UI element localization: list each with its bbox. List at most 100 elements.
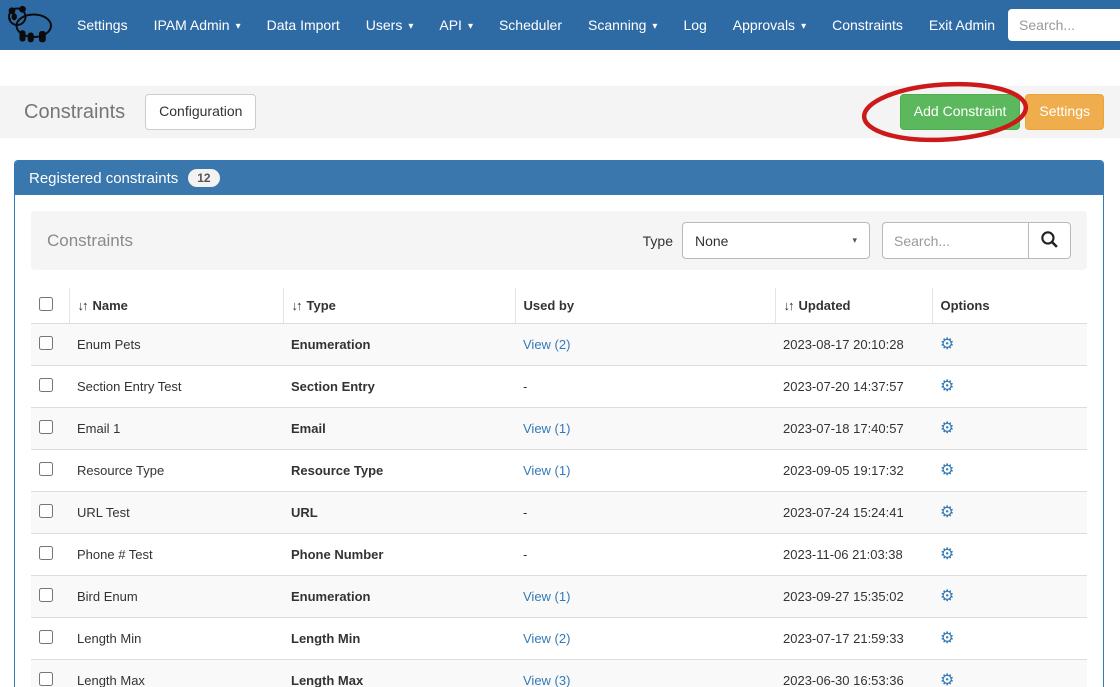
constraint-name: Bird Enum <box>69 576 283 618</box>
nav-item-scanning[interactable]: Scanning▾ <box>575 0 670 50</box>
registered-constraints-panel: Registered constraints 12 Constraints Ty… <box>14 160 1104 687</box>
table-row: Length MinLength MinView (2)2023-07-17 2… <box>31 618 1087 660</box>
gear-icon[interactable]: ⚙ <box>940 505 954 521</box>
nav-item-label: Users <box>366 17 403 33</box>
gear-icon[interactable]: ⚙ <box>940 589 954 605</box>
type-filter-value: None <box>695 233 728 249</box>
used-by-view-link[interactable]: View (2) <box>523 337 570 352</box>
used-by-cell: View (2) <box>515 324 775 366</box>
gear-icon[interactable]: ⚙ <box>940 631 954 647</box>
table-row: Section Entry TestSection Entry-2023-07-… <box>31 366 1087 408</box>
used-by-cell: View (1) <box>515 408 775 450</box>
used-by-cell: View (3) <box>515 660 775 687</box>
row-checkbox[interactable] <box>39 672 53 686</box>
nav-item-scheduler[interactable]: Scheduler <box>486 0 575 50</box>
table-search-input[interactable] <box>882 222 1028 259</box>
panda-logo <box>6 5 54 45</box>
select-all-checkbox[interactable] <box>39 297 53 311</box>
add-constraint-button[interactable]: Add Constraint <box>900 94 1021 130</box>
used-by-view-link[interactable]: View (2) <box>523 631 570 646</box>
row-select-cell <box>31 366 69 408</box>
column-header-name[interactable]: ↓↑Name <box>69 288 283 324</box>
configuration-button[interactable]: Configuration <box>145 94 256 130</box>
column-header-label: Name <box>93 298 128 313</box>
table-header-row: ↓↑Name↓↑TypeUsed by↓↑UpdatedOptions <box>31 288 1087 324</box>
gear-icon[interactable]: ⚙ <box>940 673 954 687</box>
column-header-type[interactable]: ↓↑Type <box>283 288 515 324</box>
row-checkbox[interactable] <box>39 378 53 392</box>
gear-icon[interactable]: ⚙ <box>940 547 954 563</box>
used-by-cell: - <box>515 366 775 408</box>
nav-item-data-import[interactable]: Data Import <box>254 0 353 50</box>
table-row: Bird EnumEnumerationView (1)2023-09-27 1… <box>31 576 1087 618</box>
constraint-name: Phone # Test <box>69 534 283 576</box>
column-header-used-by: Used by <box>515 288 775 324</box>
constraint-name: Resource Type <box>69 450 283 492</box>
updated-timestamp: 2023-07-20 14:37:57 <box>775 366 932 408</box>
nav-item-label: API <box>439 17 462 33</box>
gear-icon[interactable]: ⚙ <box>940 337 954 353</box>
nav-item-label: Approvals <box>733 17 795 33</box>
nav-item-api[interactable]: API▾ <box>426 0 486 50</box>
constraint-type: Enumeration <box>283 576 515 618</box>
used-by-cell: - <box>515 534 775 576</box>
row-select-cell <box>31 576 69 618</box>
row-checkbox[interactable] <box>39 462 53 476</box>
options-cell: ⚙ <box>932 660 1087 687</box>
updated-timestamp: 2023-07-24 15:24:41 <box>775 492 932 534</box>
top-navbar: SettingsIPAM Admin▾Data ImportUsers▾API▾… <box>0 0 1120 50</box>
options-cell: ⚙ <box>932 492 1087 534</box>
row-checkbox[interactable] <box>39 336 53 350</box>
row-checkbox[interactable] <box>39 546 53 560</box>
nav-item-label: IPAM Admin <box>154 17 230 33</box>
row-checkbox[interactable] <box>39 630 53 644</box>
column-header-updated[interactable]: ↓↑Updated <box>775 288 932 324</box>
row-checkbox[interactable] <box>39 588 53 602</box>
nav-item-settings[interactable]: Settings <box>64 0 141 50</box>
used-by-view-link[interactable]: View (1) <box>523 463 570 478</box>
gear-icon[interactable]: ⚙ <box>940 463 954 479</box>
constraint-count-badge: 12 <box>188 169 219 187</box>
nav-item-ipam-admin[interactable]: IPAM Admin▾ <box>141 0 254 50</box>
page-header: Constraints Configuration Add Constraint… <box>0 86 1120 138</box>
navbar-search-input[interactable] <box>1008 9 1120 41</box>
constraint-type: Section Entry <box>283 366 515 408</box>
caret-down-icon: ▾ <box>652 21 657 32</box>
table-row: Length MaxLength MaxView (3)2023-06-30 1… <box>31 660 1087 687</box>
used-by-cell: View (1) <box>515 576 775 618</box>
used-by-view-link[interactable]: View (1) <box>523 589 570 604</box>
filter-bar: Constraints Type None ▾ <box>31 211 1087 270</box>
column-header-label: Updated <box>799 298 851 313</box>
nav-item-constraints[interactable]: Constraints <box>819 0 916 50</box>
constraints-table: ↓↑Name↓↑TypeUsed by↓↑UpdatedOptions Enum… <box>31 288 1087 687</box>
updated-timestamp: 2023-07-18 17:40:57 <box>775 408 932 450</box>
used-by-view-link[interactable]: View (3) <box>523 673 570 687</box>
options-cell: ⚙ <box>932 534 1087 576</box>
gear-icon[interactable]: ⚙ <box>940 421 954 437</box>
nav-item-approvals[interactable]: Approvals▾ <box>720 0 819 50</box>
row-select-cell <box>31 534 69 576</box>
options-cell: ⚙ <box>932 576 1087 618</box>
table-row: Email 1Email View (1) 2023-07-18 17:40:57 ⚙ <box>31 408 1087 450</box>
updated-timestamp: 2023-07-17 21:59:33 <box>775 618 932 660</box>
gear-icon[interactable]: ⚙ <box>940 379 954 395</box>
type-filter-select[interactable]: None ▾ <box>682 222 870 259</box>
table-search-button[interactable] <box>1028 222 1071 259</box>
row-checkbox[interactable] <box>39 420 53 434</box>
constraint-name: Enum Pets <box>69 324 283 366</box>
nav-item-label: Constraints <box>832 17 903 33</box>
panel-heading: Registered constraints 12 <box>15 161 1103 195</box>
constraint-type: URL <box>283 492 515 534</box>
table-row: URL TestURL-2023-07-24 15:24:41⚙ <box>31 492 1087 534</box>
nav-item-exit-admin[interactable]: Exit Admin <box>916 0 1008 50</box>
settings-button[interactable]: Settings <box>1025 94 1104 130</box>
row-checkbox[interactable] <box>39 504 53 518</box>
constraint-type: Email <box>283 408 515 450</box>
options-cell: ⚙ <box>932 324 1087 366</box>
nav-item-log[interactable]: Log <box>670 0 719 50</box>
constraint-name: Email 1 <box>69 408 283 450</box>
nav-item-users[interactable]: Users ▾ <box>353 0 427 50</box>
used-by-view-link[interactable]: View (1) <box>523 421 570 436</box>
table-search-group <box>882 222 1071 259</box>
caret-down-icon: ▾ <box>408 21 413 32</box>
